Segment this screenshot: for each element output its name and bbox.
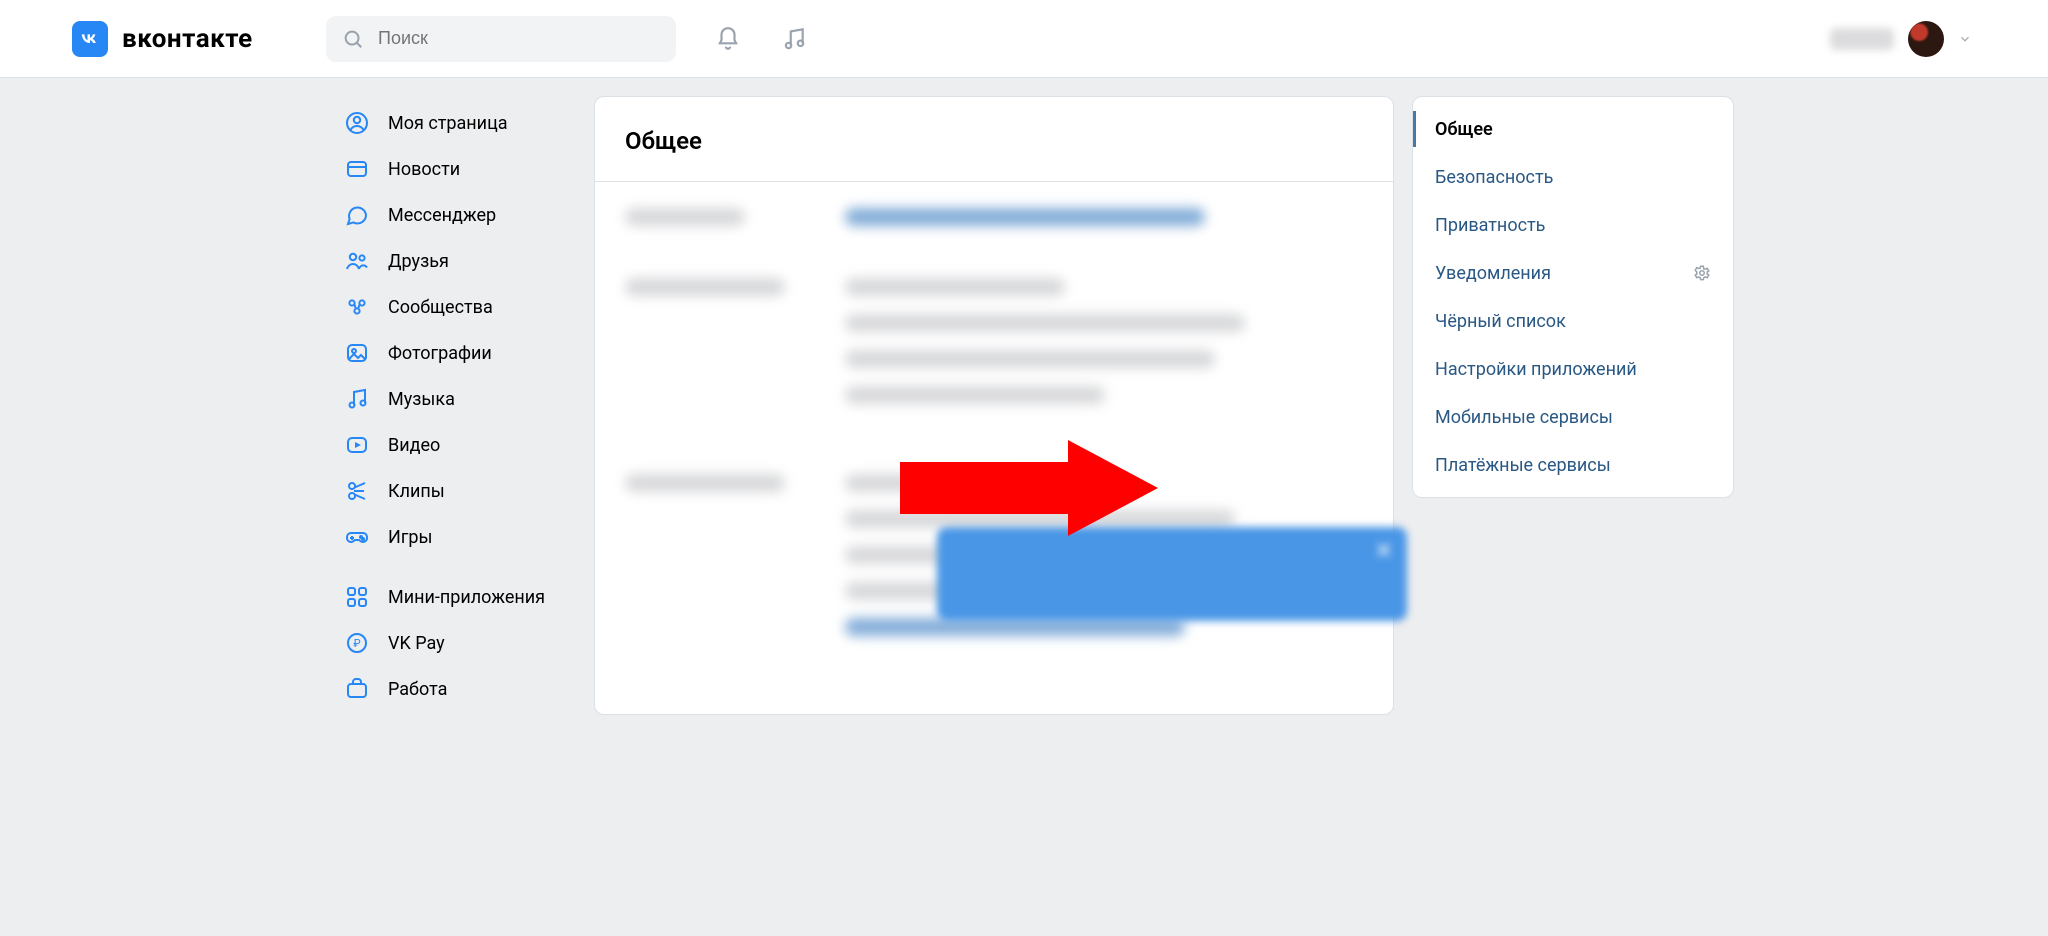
photos-icon	[344, 340, 370, 366]
nav-item-profile[interactable]: Моя страница	[336, 100, 576, 146]
settings-body: ✕	[595, 182, 1393, 714]
settings-sidebar: Общее Безопасность Приватность Уведомлен…	[1412, 96, 1734, 498]
settings-tab-privacy[interactable]: Приватность	[1413, 201, 1733, 249]
nav-item-music[interactable]: Музыка	[336, 376, 576, 422]
vk-logo-icon	[72, 21, 108, 57]
topbar: вконтакте	[0, 0, 2048, 78]
avatar	[1908, 21, 1944, 57]
nav-item-friends[interactable]: Друзья	[336, 238, 576, 284]
nav-item-miniapps[interactable]: Мини-приложения	[336, 574, 576, 620]
nav-label: Работа	[388, 679, 447, 700]
chevron-down-icon	[1958, 32, 1972, 46]
page-title: Общее	[595, 97, 1393, 182]
nav-item-work[interactable]: Работа	[336, 666, 576, 712]
svg-text:₽: ₽	[353, 637, 360, 650]
settings-sidebar-card: Общее Безопасность Приватность Уведомлен…	[1412, 96, 1734, 498]
miniapps-icon	[344, 584, 370, 610]
settings-tab-mobile[interactable]: Мобильные сервисы	[1413, 393, 1733, 441]
settings-tab-label: Платёжные сервисы	[1435, 455, 1611, 476]
nav-label: Видео	[388, 435, 440, 456]
nav-group-main: Моя страница Новости Мессенджер Друзья С…	[336, 100, 576, 560]
communities-icon	[344, 294, 370, 320]
settings-tab-label: Мобильные сервисы	[1435, 407, 1613, 428]
nav-label: Сообщества	[388, 297, 493, 318]
settings-tab-label: Безопасность	[1435, 167, 1553, 188]
settings-tab-general[interactable]: Общее	[1413, 105, 1733, 153]
close-icon[interactable]: ✕	[1375, 539, 1393, 564]
nav-label: Музыка	[388, 389, 455, 410]
settings-main: Общее	[594, 96, 1394, 715]
work-icon	[344, 676, 370, 702]
nav-item-vkpay[interactable]: ₽ VK Pay	[336, 620, 576, 666]
nav-item-communities[interactable]: Сообщества	[336, 284, 576, 330]
settings-tab-payments[interactable]: Платёжные сервисы	[1413, 441, 1733, 489]
nav-label: Новости	[388, 159, 460, 180]
profile-menu[interactable]	[1830, 21, 1972, 57]
nav-item-games[interactable]: Игры	[336, 514, 576, 560]
nav-group-extra: Мини-приложения ₽ VK Pay Работа	[336, 574, 576, 712]
settings-tab-label: Приватность	[1435, 215, 1545, 236]
brand[interactable]: вконтакте	[72, 21, 322, 57]
chat-icon	[344, 202, 370, 228]
settings-tab-label: Уведомления	[1435, 263, 1551, 284]
clips-icon	[344, 478, 370, 504]
left-nav: Моя страница Новости Мессенджер Друзья С…	[336, 96, 576, 726]
vkpay-icon: ₽	[344, 630, 370, 656]
search-box[interactable]	[326, 16, 676, 62]
music-icon	[344, 386, 370, 412]
brand-name: вконтакте	[122, 24, 253, 54]
search-icon	[342, 28, 364, 50]
search-input[interactable]	[376, 27, 660, 50]
settings-tab-label: Настройки приложений	[1435, 359, 1637, 380]
notifications-button[interactable]	[714, 25, 742, 53]
nav-label: Клипы	[388, 481, 445, 502]
nav-item-photos[interactable]: Фотографии	[336, 330, 576, 376]
nav-item-messenger[interactable]: Мессенджер	[336, 192, 576, 238]
nav-label: Игры	[388, 527, 432, 548]
settings-tab-notifications[interactable]: Уведомления	[1413, 249, 1733, 297]
gear-icon[interactable]	[1693, 264, 1711, 282]
settings-tab-apps[interactable]: Настройки приложений	[1413, 345, 1733, 393]
settings-row-redacted	[625, 278, 1363, 422]
page-layout: Моя страница Новости Мессенджер Друзья С…	[264, 78, 1784, 726]
info-popover: ✕	[937, 527, 1407, 621]
news-icon	[344, 156, 370, 182]
nav-label: Мини-приложения	[388, 587, 545, 608]
video-icon	[344, 432, 370, 458]
nav-label: Мессенджер	[388, 205, 496, 226]
friends-icon	[344, 248, 370, 274]
profile-name-redacted	[1830, 28, 1894, 50]
settings-tab-label: Чёрный список	[1435, 311, 1566, 332]
settings-tab-label: Общее	[1435, 119, 1493, 140]
nav-item-news[interactable]: Новости	[336, 146, 576, 192]
settings-card: Общее	[594, 96, 1394, 715]
games-icon	[344, 524, 370, 550]
nav-label: VK Pay	[388, 633, 445, 654]
profile-icon	[344, 110, 370, 136]
nav-label: Фотографии	[388, 343, 492, 364]
settings-row-redacted	[625, 208, 1363, 226]
nav-label: Друзья	[388, 251, 449, 272]
settings-tab-security[interactable]: Безопасность	[1413, 153, 1733, 201]
nav-item-video[interactable]: Видео	[336, 422, 576, 468]
music-button[interactable]	[780, 25, 808, 53]
nav-item-clips[interactable]: Клипы	[336, 468, 576, 514]
settings-tab-blacklist[interactable]: Чёрный список	[1413, 297, 1733, 345]
nav-label: Моя страница	[388, 113, 508, 134]
